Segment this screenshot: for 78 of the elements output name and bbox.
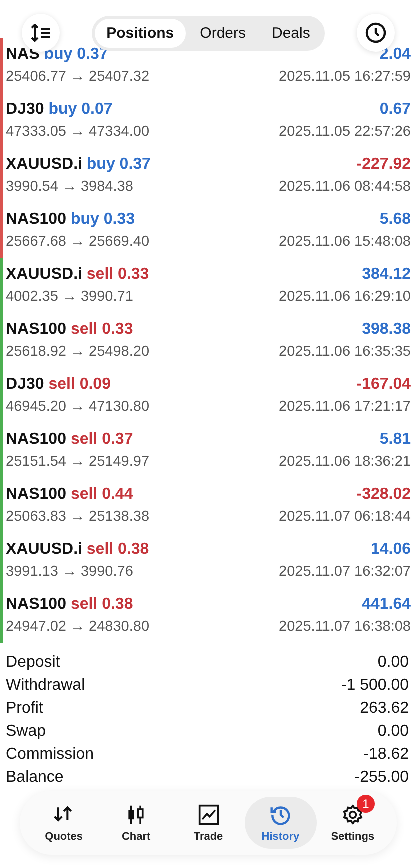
symbol: DJ30 — [6, 101, 44, 118]
price-range: 25667.68 → 25669.40 — [6, 234, 150, 250]
nav-tab[interactable]: Settings 1 — [316, 797, 390, 849]
deal-time: 2025.11.06 18:36:21 — [279, 454, 411, 470]
clock-icon — [365, 22, 387, 44]
sort-icon — [31, 24, 51, 42]
profit-value: -227.92 — [356, 156, 411, 174]
summary-value: -18.62 — [364, 746, 409, 764]
deal-time: 2025.11.06 17:21:17 — [279, 399, 411, 415]
profit-value: 5.68 — [380, 211, 411, 229]
trade-volume: buy 0.33 — [70, 211, 135, 228]
trade-volume: sell 0.38 — [86, 541, 150, 558]
price-range: 3991.13 → 3990.76 — [6, 564, 134, 580]
profit-value: 384.12 — [362, 266, 411, 284]
summary-label: Withdrawal — [6, 676, 86, 694]
profit-value: -167.04 — [356, 376, 411, 394]
symbol: XAUUSD.i — [6, 156, 82, 173]
deal-time: 2025.11.07 16:38:08 — [279, 619, 411, 635]
trade-volume: sell 0.09 — [48, 376, 111, 393]
profit-value: -328.02 — [356, 486, 411, 504]
profit-value: 5.81 — [380, 431, 411, 449]
symbol: XAUUSD.i — [6, 541, 82, 558]
deal-time: 2025.11.06 15:48:08 — [279, 234, 411, 250]
symbol: NAS100 — [6, 596, 66, 613]
summary-label: Swap — [6, 722, 46, 740]
nav-tab[interactable]: Trade — [172, 797, 245, 849]
deal-time: 2025.11.05 16:27:59 — [279, 69, 411, 85]
trade-volume: sell 0.33 — [70, 321, 134, 338]
nav-tab[interactable]: Quotes — [28, 797, 100, 849]
summary-label: Profit — [6, 700, 44, 718]
deal-time: 2025.11.06 08:44:58 — [279, 179, 411, 195]
trade-volume: buy 0.37 — [86, 156, 151, 173]
nav-tab[interactable]: Chart — [100, 797, 172, 849]
summary-value: 263.62 — [360, 700, 409, 718]
summary-value: -1 500.00 — [341, 676, 409, 694]
price-range: 46945.20 → 47130.80 — [6, 399, 150, 415]
notification-badge: 1 — [357, 795, 376, 813]
line-chart-icon — [198, 804, 220, 826]
symbol: NAS100 — [6, 211, 66, 228]
price-range: 3990.54 → 3984.38 — [6, 179, 134, 195]
price-range: 25063.83 → 25138.38 — [6, 509, 150, 525]
tab[interactable]: Deals — [260, 18, 322, 48]
deal-time: 2025.11.06 16:35:35 — [279, 344, 411, 360]
profit-value: 0.67 — [380, 101, 411, 119]
symbol: XAUUSD.i — [6, 266, 82, 283]
price-range: 25406.77 → 25407.32 — [6, 69, 150, 85]
profit-value: 441.64 — [362, 596, 411, 614]
trade-volume: sell 0.44 — [70, 486, 134, 503]
tab[interactable]: Positions — [94, 18, 186, 48]
trade-volume: buy 0.07 — [48, 101, 113, 118]
price-range: 4002.35 → 3990.71 — [6, 289, 134, 305]
summary-value: 0.00 — [378, 654, 409, 672]
price-range: 47333.05 → 47334.00 — [6, 124, 150, 140]
symbol: NAS100 — [6, 431, 66, 448]
profit-value: 14.06 — [370, 541, 411, 559]
deal-time: 2025.11.07 06:18:44 — [279, 509, 411, 525]
summary-label: Deposit — [6, 654, 60, 672]
symbol: DJ30 — [6, 376, 44, 393]
summary-label: Balance — [6, 768, 64, 786]
tab[interactable]: Orders — [188, 18, 258, 48]
settings-icon — [342, 804, 364, 826]
trade-volume: sell 0.33 — [86, 266, 150, 283]
summary-label: Commission — [6, 746, 94, 764]
trade-volume: sell 0.38 — [70, 596, 134, 613]
deal-time: 2025.11.06 16:29:10 — [279, 289, 411, 305]
deal-time: 2025.11.07 16:32:07 — [279, 564, 411, 580]
profit-value: 398.38 — [362, 321, 411, 339]
price-range: 25151.54 → 25149.97 — [6, 454, 150, 470]
nav-tab[interactable]: History — [244, 797, 317, 849]
price-range: 24947.02 → 24830.80 — [6, 619, 150, 635]
deal-time: 2025.11.05 22:57:26 — [279, 124, 411, 140]
symbol: NAS100 — [6, 486, 66, 503]
summary-value: 0.00 — [378, 722, 409, 740]
price-range: 25618.92 → 25498.20 — [6, 344, 150, 360]
history-icon — [270, 804, 292, 826]
trade-volume: sell 0.37 — [70, 431, 134, 448]
symbol: NAS100 — [6, 321, 66, 338]
summary-value: -255.00 — [354, 768, 409, 786]
